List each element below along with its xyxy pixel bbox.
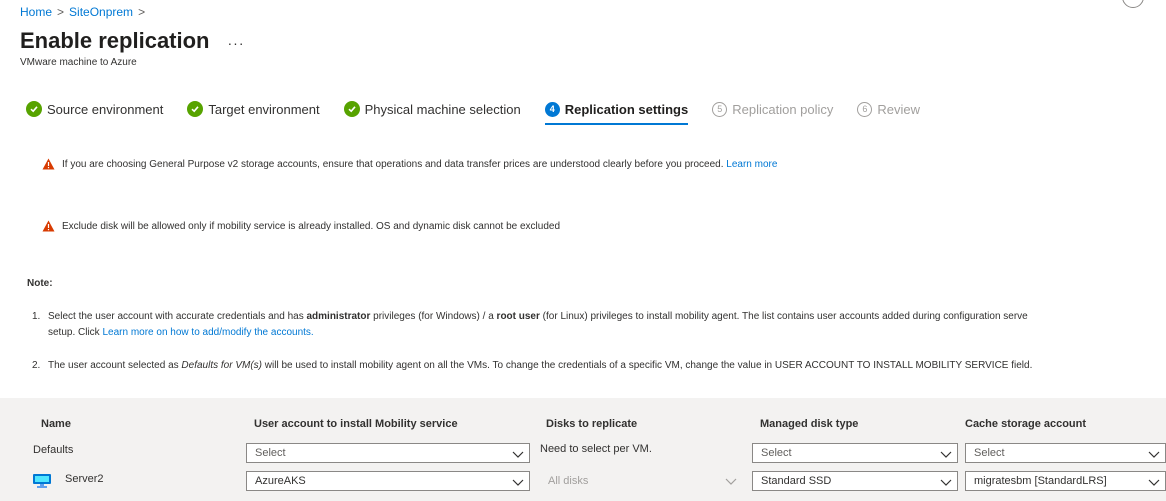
note-number: 1. — [32, 311, 41, 322]
breadcrumb-separator: > — [138, 5, 146, 19]
dropdown-value: migratesbm [StandardLRS] — [974, 475, 1107, 487]
chevron-down-icon — [940, 451, 952, 458]
column-header-user-account: User account to install Mobility service — [254, 418, 458, 430]
row-name-server2: Server2 — [65, 473, 104, 485]
chevron-down-icon — [512, 451, 524, 458]
breadcrumb-siteonprem[interactable]: SiteOnprem — [69, 5, 133, 19]
accounts-learn-more-link[interactable]: Learn more on how to add/modify the acco… — [102, 327, 313, 338]
note-text: Select the user account with accurate cr… — [48, 311, 1028, 322]
note-text: The user account selected as Defaults fo… — [48, 360, 1033, 371]
defaults-cache-storage-dropdown[interactable]: Select — [965, 443, 1166, 463]
dropdown-value: AzureAKS — [255, 475, 306, 487]
dropdown-value: Select — [974, 447, 1005, 459]
warning-icon — [42, 220, 55, 232]
note-label: Note: — [27, 278, 53, 289]
step-replication-policy: 5 Replication policy — [712, 101, 834, 123]
column-header-managed-disk: Managed disk type — [760, 418, 859, 430]
step-label: Review — [877, 101, 921, 117]
step-review: 6 Review — [857, 101, 921, 123]
close-button[interactable] — [1122, 0, 1144, 8]
learn-more-link[interactable]: Learn more — [726, 159, 777, 170]
breadcrumb-separator: > — [57, 5, 65, 19]
step-label: Replication policy — [732, 101, 834, 117]
dropdown-value: Select — [761, 447, 792, 459]
chevron-down-icon — [512, 479, 524, 486]
server2-managed-disk-dropdown[interactable]: Standard SSD — [752, 471, 958, 491]
step-label: Replication settings — [564, 101, 689, 117]
note-text: setup. Click Learn more on how to add/mo… — [48, 327, 314, 338]
warning-icon — [42, 158, 55, 170]
step-source-environment[interactable]: Source environment — [26, 101, 163, 123]
step-label: Physical machine selection — [364, 101, 521, 117]
exclude-disk-warning-text: Exclude disk will be allowed only if mob… — [62, 220, 561, 232]
check-circle-icon — [187, 101, 204, 117]
step-replication-settings[interactable]: 4 Replication settings — [544, 101, 689, 125]
server2-disks-dropdown[interactable]: All disks — [548, 475, 588, 487]
page-title: Enable replication — [20, 28, 210, 53]
storage-warning: If you are choosing General Purpose v2 s… — [42, 158, 777, 170]
chevron-down-icon — [1148, 451, 1160, 458]
dropdown-value: Select — [255, 447, 286, 459]
storage-warning-text: If you are choosing General Purpose v2 s… — [62, 158, 724, 170]
breadcrumb-home[interactable]: Home — [20, 5, 52, 19]
chevron-down-icon — [940, 479, 952, 486]
title-row: Enable replication ··· — [20, 28, 245, 54]
column-header-cache-storage: Cache storage account — [965, 418, 1087, 430]
defaults-disks-text: Need to select per VM. — [540, 443, 652, 455]
column-header-name: Name — [41, 418, 71, 430]
virtual-machine-icon — [33, 474, 51, 488]
chevron-down-icon — [725, 478, 737, 485]
exclude-disk-warning: Exclude disk will be allowed only if mob… — [42, 220, 560, 232]
defaults-user-account-dropdown[interactable]: Select — [246, 443, 530, 463]
step-number-icon: 6 — [857, 101, 873, 117]
chevron-down-icon — [1148, 479, 1160, 486]
defaults-managed-disk-dropdown[interactable]: Select — [752, 443, 958, 463]
row-name-defaults: Defaults — [33, 444, 74, 456]
dropdown-value: Standard SSD — [761, 475, 832, 487]
check-circle-icon — [343, 101, 360, 117]
step-physical-machine-selection[interactable]: Physical machine selection — [343, 101, 521, 123]
step-label: Source environment — [47, 101, 164, 117]
more-options-button[interactable]: ··· — [228, 35, 245, 51]
wizard-steps: Source environment Target environment Ph… — [26, 101, 944, 125]
page-subtitle: VMware machine to Azure — [20, 57, 137, 68]
breadcrumb: Home > SiteOnprem > — [20, 5, 145, 19]
step-label: Target environment — [208, 101, 320, 117]
step-number-icon: 5 — [712, 101, 728, 117]
step-target-environment[interactable]: Target environment — [187, 101, 320, 123]
step-number-icon: 4 — [544, 101, 560, 117]
note-number: 2. — [32, 360, 41, 371]
column-header-disks: Disks to replicate — [546, 418, 638, 430]
check-circle-icon — [26, 101, 42, 117]
server2-user-account-dropdown[interactable]: AzureAKS — [246, 471, 530, 491]
server2-cache-storage-dropdown[interactable]: migratesbm [StandardLRS] — [965, 471, 1166, 491]
